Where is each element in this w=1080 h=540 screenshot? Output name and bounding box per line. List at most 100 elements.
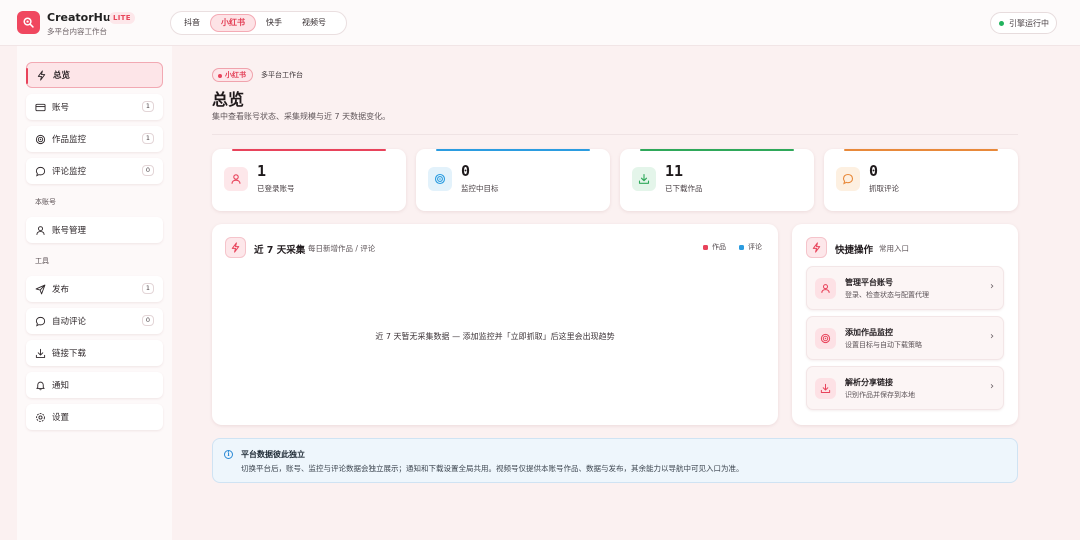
quick-actions-title: 快捷操作 xyxy=(835,245,874,256)
sidebar-item-account-management[interactable]: 账号管理 xyxy=(26,217,163,243)
count-badge: 0 xyxy=(142,165,154,176)
action-description: 设置目标与自动下载策略 xyxy=(845,341,922,349)
bolt-icon xyxy=(225,237,246,258)
sidebar-item-work-monitor[interactable]: 作品监控 1 xyxy=(26,126,163,152)
status-dot-icon xyxy=(999,20,1004,26)
stat-accent-bar xyxy=(232,149,386,151)
section-label-tools: 工具 xyxy=(35,257,49,265)
count-badge: 0 xyxy=(142,315,154,326)
section-label-account: 本账号 xyxy=(35,198,56,206)
engine-status-text: 引擎运行中 xyxy=(1009,18,1049,28)
chevron-right-icon: › xyxy=(990,331,994,342)
count-badge: 1 xyxy=(142,101,154,112)
action-title: 添加作品监控 xyxy=(845,328,893,337)
action-manage-accounts[interactable]: 管理平台账号 登录、检查状态与配置代理 › xyxy=(806,266,1004,310)
page-title: 总览 xyxy=(212,90,245,109)
header-divider xyxy=(212,134,1018,135)
notice-text: 切换平台后，账号、监控与评论数据会独立展示；通知和下载设置全局共用。视频号仅提供… xyxy=(241,464,744,473)
bolt-icon xyxy=(37,69,46,81)
sidebar: 总览 账号 1 作品监控 1 评论监控 0 本账号 账号管理 工具 发布 1 自… xyxy=(17,46,172,540)
send-icon xyxy=(35,284,46,294)
legend-swatch xyxy=(703,244,708,250)
tab-douyin[interactable]: 抖音 xyxy=(174,14,210,32)
sidebar-item-accounts[interactable]: 账号 1 xyxy=(26,94,163,120)
sidebar-item-label: 账号 xyxy=(52,103,70,113)
stat-accent-bar xyxy=(844,149,998,151)
sidebar-item-label: 作品监控 xyxy=(52,135,87,145)
user-icon xyxy=(815,278,836,299)
target-icon xyxy=(35,134,46,144)
sidebar-item-overview[interactable]: 总览 xyxy=(26,62,163,88)
stat-card-fetched-comments: 0 抓取评论 xyxy=(824,149,1018,211)
stat-label: 抓取评论 xyxy=(869,184,899,193)
stat-label: 已下载作品 xyxy=(665,184,703,193)
legend-works: 作品 xyxy=(703,242,726,252)
comment-icon xyxy=(35,316,46,326)
sidebar-item-notifications[interactable]: 通知 xyxy=(26,372,163,398)
app-logo[interactable] xyxy=(17,11,40,34)
stat-card-monitored-targets: 0 监控中目标 xyxy=(416,149,610,211)
bolt-icon xyxy=(806,237,827,258)
action-description: 登录、检查状态与配置代理 xyxy=(845,291,929,299)
comment-icon xyxy=(836,167,860,191)
user-icon xyxy=(224,167,248,191)
stat-value: 0 xyxy=(869,162,879,180)
action-add-work-monitor[interactable]: 添加作品监控 设置目标与自动下载策略 › xyxy=(806,316,1004,360)
platform-switcher: 抖音 小红书 快手 视频号 xyxy=(170,11,347,35)
legend-swatch xyxy=(739,244,744,250)
sidebar-item-settings[interactable]: 设置 xyxy=(26,404,163,430)
download-icon xyxy=(35,348,46,358)
stat-accent-bar xyxy=(436,149,590,151)
trend-title: 近 7 天采集 xyxy=(254,245,306,256)
sidebar-item-label: 链接下载 xyxy=(52,349,87,359)
count-badge: 1 xyxy=(142,283,154,294)
count-badge: 1 xyxy=(142,133,154,144)
stat-card-logged-accounts: 1 已登录账号 xyxy=(212,149,406,211)
sidebar-item-label: 设置 xyxy=(52,413,70,423)
comment-icon xyxy=(35,166,46,176)
action-title: 解析分享链接 xyxy=(845,378,893,387)
platform-data-notice: i 平台数据彼此独立 切换平台后，账号、监控与评论数据会独立展示；通知和下载设置… xyxy=(212,438,1018,483)
edition-badge: LITE xyxy=(109,12,135,24)
sidebar-item-publish[interactable]: 发布 1 xyxy=(26,276,163,302)
card-icon xyxy=(35,103,46,111)
platform-chip: 小红书 xyxy=(212,68,253,82)
sidebar-item-label: 自动评论 xyxy=(52,317,87,327)
target-icon xyxy=(815,328,836,349)
sidebar-item-label: 发布 xyxy=(52,285,70,295)
sidebar-item-auto-comment[interactable]: 自动评论 0 xyxy=(26,308,163,334)
action-description: 识别作品并保存到本地 xyxy=(845,391,915,399)
stat-value: 1 xyxy=(257,162,267,180)
tab-shipinhao[interactable]: 视频号 xyxy=(292,14,336,32)
chevron-right-icon: › xyxy=(990,281,994,292)
action-parse-share-link[interactable]: 解析分享链接 识别作品并保存到本地 › xyxy=(806,366,1004,410)
workspace-label: 多平台工作台 xyxy=(261,71,303,79)
trend-empty-message: 近 7 天暂无采集数据 — 添加监控并「立即抓取」后这里会出现趋势 xyxy=(375,332,615,341)
user-icon xyxy=(36,225,45,235)
legend-label: 评论 xyxy=(748,243,762,251)
sidebar-item-comment-monitor[interactable]: 评论监控 0 xyxy=(26,158,163,184)
trend-subtitle: 每日新增作品 / 评论 xyxy=(308,244,376,253)
sidebar-item-label: 总览 xyxy=(53,71,71,81)
action-title: 管理平台账号 xyxy=(845,278,893,287)
app-name: CreatorHub xyxy=(47,11,119,24)
target-icon xyxy=(428,167,452,191)
bell-icon xyxy=(36,381,45,390)
legend-comments: 评论 xyxy=(739,242,762,252)
sidebar-item-label: 评论监控 xyxy=(52,167,87,177)
stat-value: 11 xyxy=(665,162,684,180)
stat-card-downloaded-works: 11 已下载作品 xyxy=(620,149,814,211)
tab-xiaohongshu[interactable]: 小红书 xyxy=(210,14,256,32)
info-icon: i xyxy=(224,450,233,459)
sidebar-item-link-download[interactable]: 链接下载 xyxy=(26,340,163,366)
chevron-right-icon: › xyxy=(990,381,994,392)
engine-status-badge[interactable]: 引擎运行中 xyxy=(990,12,1057,34)
logo-search-icon xyxy=(23,17,34,28)
notice-title: 平台数据彼此独立 xyxy=(241,450,305,459)
sidebar-item-label: 账号管理 xyxy=(52,226,87,236)
quick-actions-subtitle: 常用入口 xyxy=(879,244,909,253)
tab-kuaishou[interactable]: 快手 xyxy=(256,14,292,32)
download-icon xyxy=(815,378,836,399)
stat-label: 已登录账号 xyxy=(257,184,295,193)
app-subtitle: 多平台内容工作台 xyxy=(47,27,107,36)
